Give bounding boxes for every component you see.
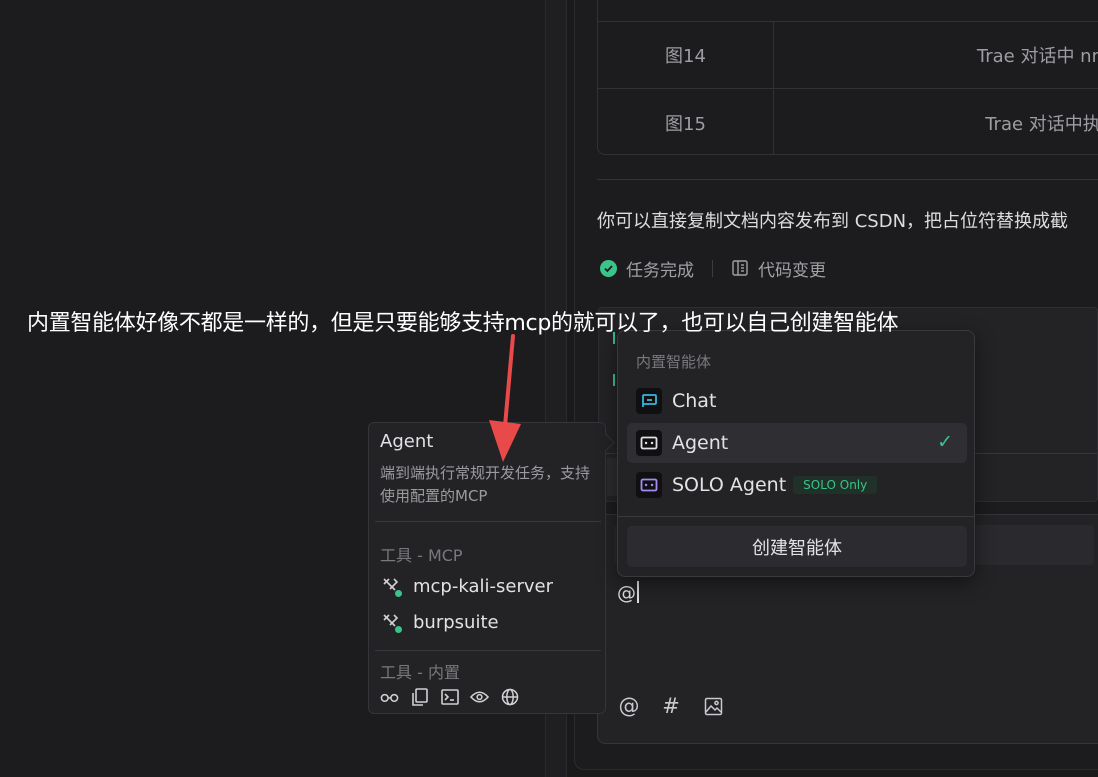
message-status-row: 任务完成 代码变更	[600, 256, 826, 281]
divider	[375, 650, 601, 651]
divider	[375, 521, 601, 522]
check-circle-icon	[600, 259, 617, 277]
create-agent-button[interactable]: 创建智能体	[627, 526, 967, 567]
mcp-tool-label: burpsuite	[413, 612, 499, 633]
mcp-tool-label: mcp-kali-server	[413, 576, 553, 597]
menu-item-label: Agent	[672, 432, 729, 454]
preview-icon	[470, 687, 489, 706]
code-change-link[interactable]: 代码变更	[731, 256, 826, 281]
agent-selector-menu: 内置智能体 Chat Agent ✓ SOLO Agent SOLO Only …	[617, 330, 975, 577]
agent-icon	[636, 430, 662, 456]
agent-card-description: 端到端执行常规开发任务，支持使用配置的MCP	[380, 464, 591, 505]
mcp-section-label: 工具 - MCP	[380, 546, 463, 565]
message-text: 你可以直接复制文档内容发布到 CSDN，把占位符替换成截	[597, 211, 1069, 232]
chat-icon	[636, 388, 662, 414]
terminal-icon	[440, 687, 459, 706]
task-status: 任务完成	[600, 256, 694, 281]
task-status-label: 任务完成	[626, 260, 694, 281]
table-cell-label: 图14	[598, 22, 774, 88]
solo-agent-icon	[636, 472, 662, 498]
menu-item-agent[interactable]: Agent ✓	[627, 423, 967, 463]
divider	[618, 516, 974, 517]
menu-item-label: SOLO Agent	[672, 474, 787, 496]
table-cell-desc: Trae 对话中 nm	[976, 46, 1098, 67]
agent-detail-card: Agent 端到端执行常规开发任务，支持使用配置的MCP 工具 - MCP mc…	[368, 422, 606, 714]
horizontal-rule	[597, 179, 1098, 180]
divider	[712, 259, 713, 277]
at-icon[interactable]: @	[618, 694, 640, 718]
mcp-tool-item: burpsuite	[381, 612, 499, 633]
code-diff-icon	[731, 259, 749, 277]
checkmark-icon: ✓	[937, 431, 953, 453]
globe-icon	[500, 687, 519, 706]
menu-section-label: 内置智能体	[636, 353, 712, 371]
solo-only-badge: SOLO Only	[793, 476, 878, 494]
chat-input-value: @	[617, 582, 636, 604]
glasses-icon	[380, 687, 399, 706]
text-caret	[637, 581, 639, 603]
chat-input-field[interactable]: @	[617, 581, 639, 604]
app-window: 图14 Trae 对话中 nm 图15 Trae 对话中执 你可以直接复制文档内…	[0, 0, 1098, 777]
table-cell-desc: Trae 对话中执	[985, 113, 1098, 135]
agent-card-title: Agent	[380, 431, 434, 452]
code-change-label: 代码变更	[758, 260, 826, 281]
menu-item-label: Chat	[672, 390, 717, 412]
hash-icon[interactable]: #	[660, 694, 682, 718]
builtin-section-label: 工具 - 内置	[380, 663, 460, 682]
copy-icon	[410, 687, 429, 706]
annotation-text: 内置智能体好像不都是一样的，但是只要能够支持mcp的就可以了，也可以自己创建智能…	[27, 311, 899, 336]
annotation-arrow	[489, 334, 521, 462]
menu-item-solo-agent[interactable]: SOLO Agent SOLO Only	[627, 465, 967, 505]
builtin-tools-row	[380, 687, 519, 706]
table-row: 图14 Trae 对话中 nm	[598, 21, 1098, 88]
figure-table: 图14 Trae 对话中 nm 图15 Trae 对话中执	[597, 0, 1098, 155]
tools-icon	[381, 576, 402, 597]
tools-icon	[381, 612, 402, 633]
input-toolbar: @ #	[618, 694, 724, 718]
table-row: 图15 Trae 对话中执	[598, 88, 1098, 154]
table-cell-label: 图15	[598, 89, 774, 154]
menu-item-chat[interactable]: Chat	[627, 381, 967, 421]
image-icon[interactable]	[702, 695, 724, 717]
mcp-tool-item: mcp-kali-server	[381, 576, 553, 597]
